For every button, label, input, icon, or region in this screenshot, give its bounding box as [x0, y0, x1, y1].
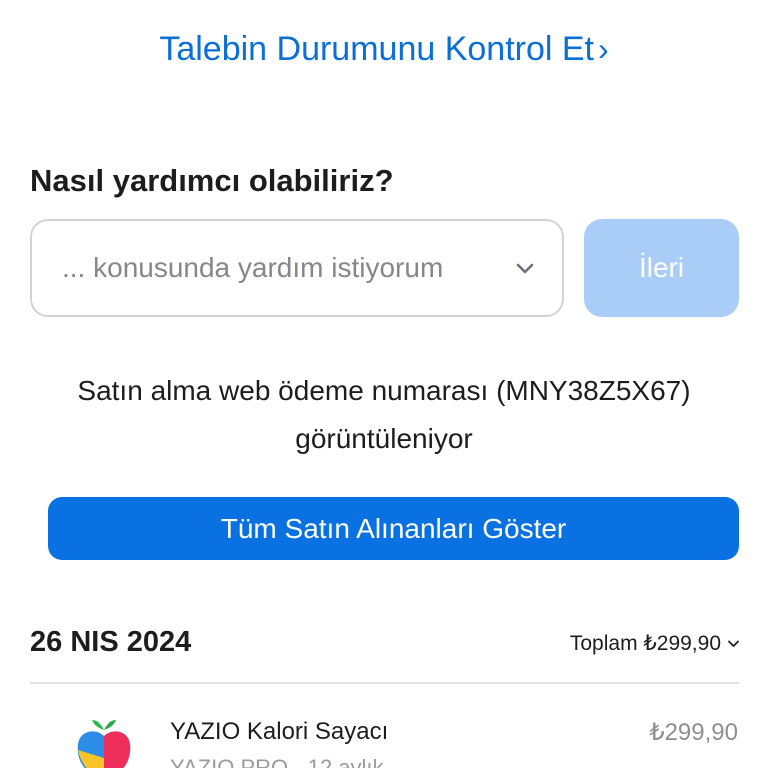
order-date: 26 NIS 2024: [30, 626, 192, 658]
show-all-purchases-button[interactable]: Tüm Satın Alınanları Göster: [48, 497, 739, 560]
order-total-label: Toplam ₺299,90: [569, 632, 721, 655]
order-total-toggle[interactable]: Toplam ₺299,90: [570, 631, 740, 656]
order-note: Satın alma web ödeme numarası (MNY38Z5X6…: [0, 367, 768, 463]
check-request-status-link[interactable]: Talebin Durumunu Kontrol Et ›: [0, 30, 768, 69]
chevron-down-icon: [728, 640, 739, 647]
next-button[interactable]: İleri: [584, 219, 739, 317]
order-note-line-2: görüntüleniyor: [295, 423, 473, 454]
app-price: ₺299,90: [649, 719, 738, 746]
apple-fruit-icon: [77, 720, 131, 768]
app-subtitle: YAZIO PRO - 12 aylık: [170, 755, 384, 768]
check-request-status-label: Talebin Durumunu Kontrol Et: [159, 30, 595, 68]
chevron-down-icon: [516, 263, 534, 274]
purchase-support-page: Talebin Durumunu Kontrol Et › Nasıl yardı…: [0, 0, 768, 768]
order-divider: [30, 682, 739, 684]
help-topic-placeholder: ... konusunda yardım istiyorum: [62, 252, 444, 283]
help-topic-select[interactable]: ... konusunda yardım istiyorum: [30, 219, 564, 317]
app-name: YAZIO Kalori Sayacı: [170, 718, 389, 745]
chevron-right-icon: ›: [598, 31, 609, 67]
order-note-line-1: Satın alma web ödeme numarası (MNY38Z5X6…: [77, 375, 691, 406]
help-heading: Nasıl yardımcı olabiliriz?: [30, 163, 394, 198]
